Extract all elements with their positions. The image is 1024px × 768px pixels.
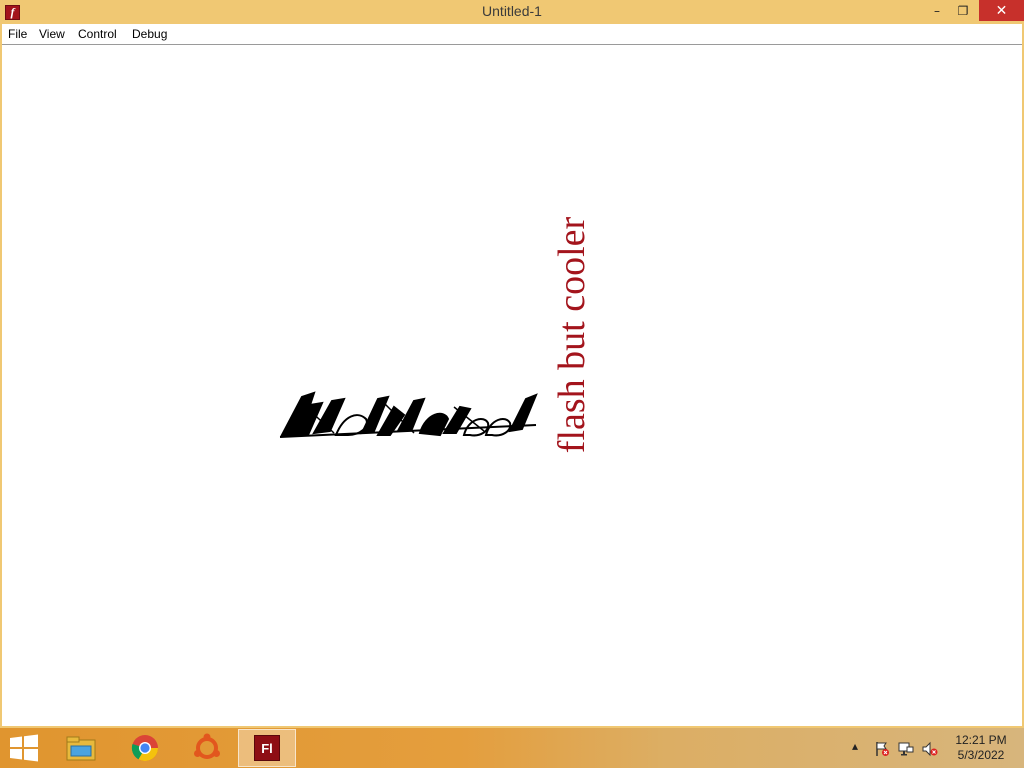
menu-view[interactable]: View [39,27,65,41]
maximize-button[interactable]: ❐ [950,0,976,21]
title-bar[interactable]: f Untitled-1 – ❐ ✕ [0,0,1024,24]
rotated-text-flash-but-cooler: flash but cooler [551,216,593,454]
distorted-text-graphic [279,391,538,438]
file-explorer-icon [66,736,96,761]
menu-file[interactable]: File [8,27,27,41]
flash-icon: Fl [254,735,280,761]
close-button[interactable]: ✕ [979,0,1024,21]
flash-stage[interactable]: flash but cooler [2,45,1022,726]
clock-date: 5/3/2022 [957,748,1005,762]
taskbar-clock[interactable]: 12:21 PM 5/3/2022 [950,733,1012,763]
windows-start-icon[interactable] [8,734,40,762]
ubuntu-icon [194,733,220,759]
taskbar-flash-player[interactable]: Fl [238,729,296,767]
network-icon[interactable] [898,741,914,757]
taskbar-file-explorer[interactable] [52,729,110,767]
minimize-icon: – [934,3,940,18]
menu-bar: File View Control Debug [2,24,1022,45]
taskbar-ubuntu[interactable] [178,729,236,767]
minimize-button[interactable]: – [924,0,950,21]
chrome-icon [131,735,159,762]
flash-player-window: f Untitled-1 – ❐ ✕ File View Control Deb… [0,0,1024,728]
restore-icon: ❐ [957,3,969,18]
window-title: Untitled-1 [482,3,542,19]
menu-control[interactable]: Control [78,27,117,41]
taskbar: Fl ▴ 12:21 PM 5/3/2022 [0,728,1024,768]
close-icon: ✕ [995,2,1008,19]
action-center-flag-icon[interactable] [874,741,890,757]
volume-muted-icon[interactable] [922,741,938,757]
clock-time: 12:21 PM [955,733,1007,747]
menu-debug[interactable]: Debug [132,27,167,41]
taskbar-chrome[interactable] [116,729,174,767]
system-tray: ▴ 12:21 PM 5/3/2022 [850,728,1024,768]
show-hidden-icons-chevron-icon[interactable]: ▴ [852,739,858,753]
